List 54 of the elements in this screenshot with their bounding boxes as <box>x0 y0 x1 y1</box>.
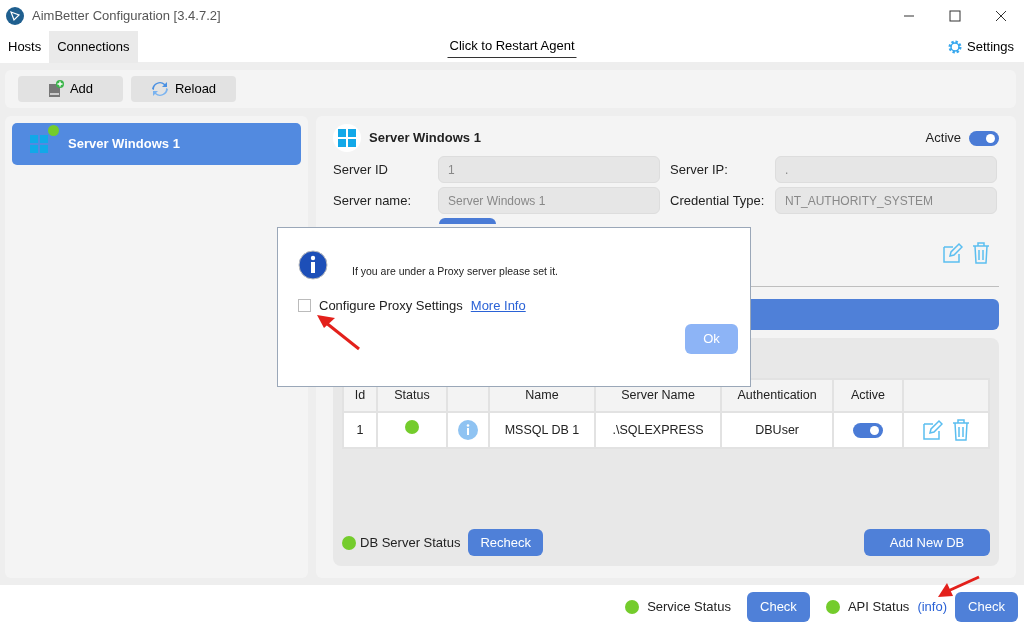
checkbox[interactable] <box>298 299 311 313</box>
table-cell: DBUser <box>721 412 833 448</box>
table-cell: 1 <box>343 412 377 448</box>
table-cell: .\SQLEXPRESS <box>594 412 722 448</box>
input-field[interactable]: Server Windows 1 <box>438 187 660 214</box>
trash-icon[interactable] <box>951 419 971 441</box>
windows-logo-icon <box>338 129 356 147</box>
column-header: Active <box>833 379 903 412</box>
add-button[interactable]: Add <box>18 76 123 102</box>
host-item[interactable]: Server Windows 1 <box>12 123 301 165</box>
check-button[interactable]: Check <box>746 592 810 622</box>
reload-icon <box>150 81 169 97</box>
column-header: Authentication <box>721 379 833 412</box>
partial-button[interactable] <box>439 218 496 224</box>
input-field[interactable]: NT_AUTHORITY_SYSTEM <box>775 187 997 214</box>
field-label: Server name: <box>333 191 413 210</box>
status-label: DB Server Status <box>360 533 461 552</box>
status-label: Service Status <box>647 598 731 617</box>
more-info-link[interactable]: More Info <box>470 296 526 316</box>
reload-button[interactable]: Reload <box>131 76 236 102</box>
field-label: Server IP: <box>670 160 729 179</box>
close-icon <box>995 10 1007 22</box>
check-button[interactable]: Check <box>955 592 1018 622</box>
active-toggle[interactable] <box>969 130 999 146</box>
window-title: AimBetter Configuration [3.4.7.2] <box>32 7 221 26</box>
field-label: Credential Type: <box>670 191 766 210</box>
arrow-drawing <box>315 312 363 352</box>
info-icon <box>298 250 328 280</box>
checkbox-label: Configure Proxy Settings <box>319 297 463 315</box>
tab[interactable]: Connections <box>49 31 138 63</box>
dialog-message: If you are under a Proxy server please set it. <box>352 264 559 280</box>
restart-agent-link[interactable]: Click to Restart Agent <box>447 36 577 58</box>
app-logo-icon <box>6 7 24 25</box>
windows-logo-icon <box>30 135 48 153</box>
info-link[interactable]: (info) <box>917 597 947 617</box>
recheck-button[interactable]: Recheck <box>468 529 543 556</box>
server-add-icon <box>47 80 64 98</box>
info-icon[interactable] <box>458 420 478 440</box>
edit-icon[interactable] <box>921 419 943 441</box>
input-field[interactable]: 1 <box>438 156 660 183</box>
active-toggle[interactable] <box>853 422 883 438</box>
input-field[interactable]: . <box>775 156 997 183</box>
settings-button[interactable]: Settings <box>941 36 1020 58</box>
edit-icon[interactable] <box>941 242 963 264</box>
maximize-icon <box>949 10 961 22</box>
field-label: Server ID <box>333 160 389 179</box>
settings-icon <box>947 39 963 55</box>
active-label: Active <box>925 129 961 148</box>
arrow-drawing <box>936 574 982 600</box>
server-title: Server Windows 1 <box>369 129 481 148</box>
trash-icon[interactable] <box>971 242 991 264</box>
table-cell: MSSQL DB 1 <box>489 412 595 448</box>
add-database-button[interactable]: Add New DB <box>864 529 990 556</box>
status-label: API Status <box>847 598 910 617</box>
